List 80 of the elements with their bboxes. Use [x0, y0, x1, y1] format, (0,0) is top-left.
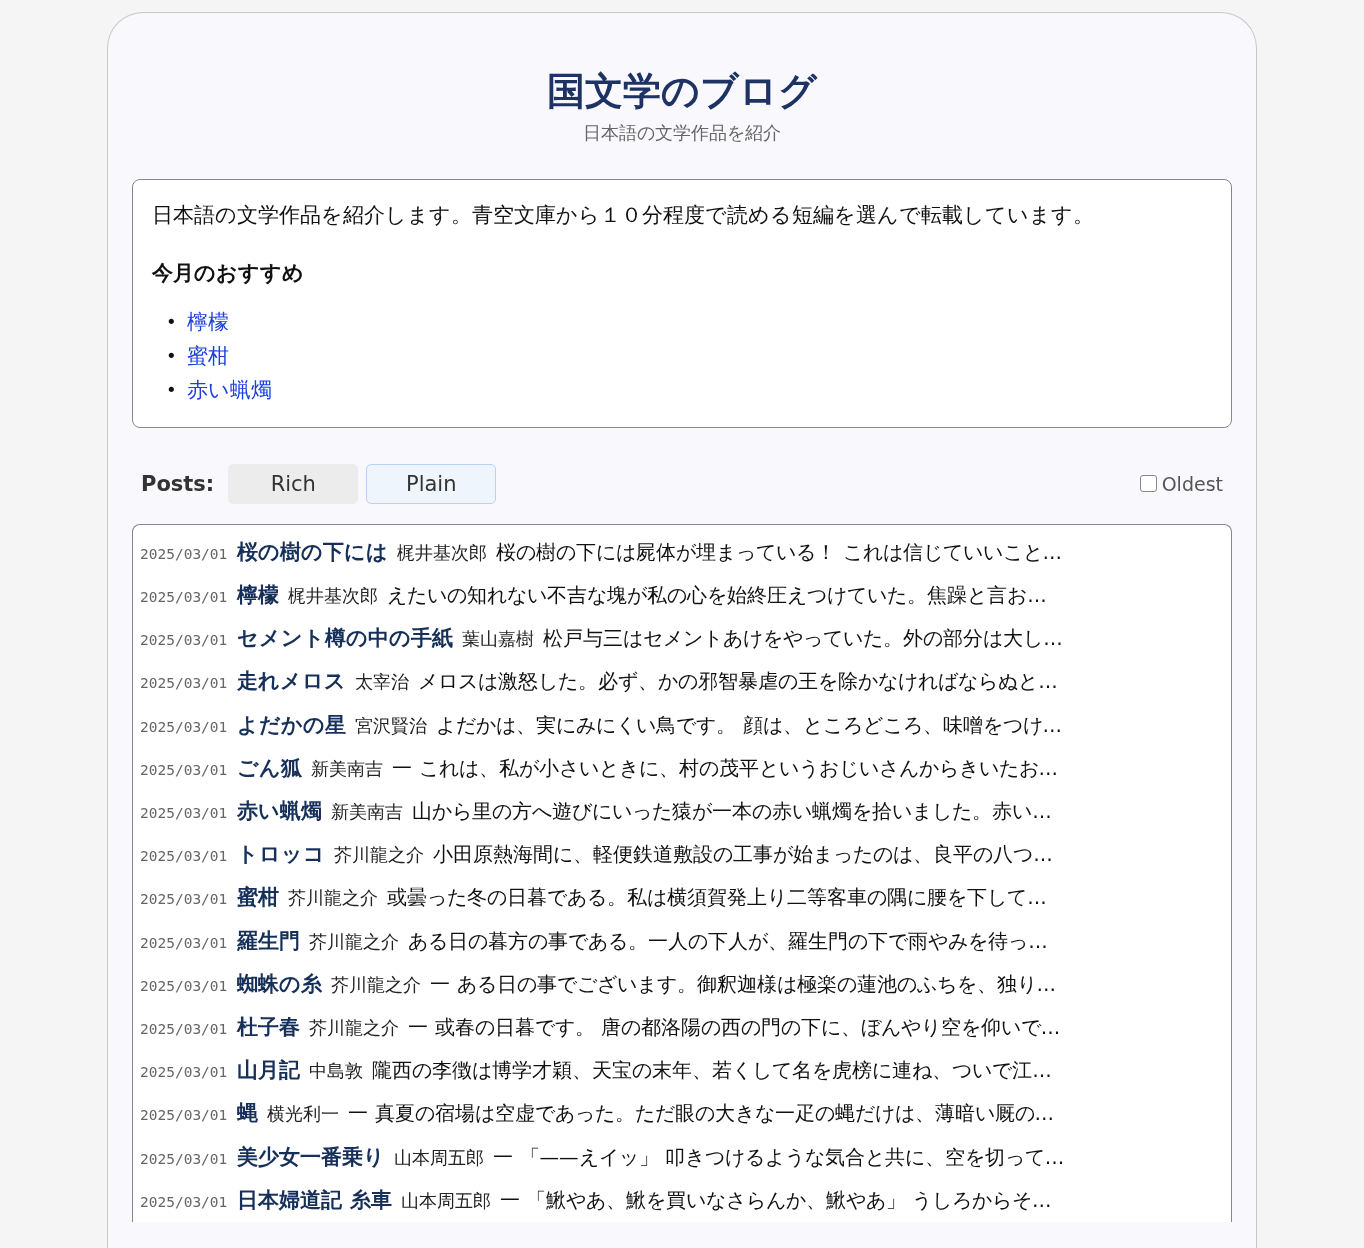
bullet-mark: • — [166, 309, 177, 334]
post-title[interactable]: トロッコ — [237, 833, 326, 877]
post-date: 2025/03/01 — [140, 588, 228, 608]
post-excerpt: 山から里の方へ遊びにいった猿が一本の赤い蝋燭を拾いました。赤い… — [412, 799, 1052, 825]
post-author: 宮沢賢治 — [355, 713, 428, 738]
post-title[interactable]: 美少女一番乗り — [237, 1135, 386, 1179]
post-author: 新美南吉 — [311, 756, 384, 781]
recommend-link[interactable]: 檸檬 — [186, 304, 229, 339]
post-title[interactable]: 檸檬 — [237, 574, 280, 618]
post-excerpt: 一 ある日の事でございます。御釈迦様は極楽の蓮池のふちを、独り… — [430, 971, 1056, 998]
post-author: 中島敦 — [309, 1059, 364, 1084]
post-excerpt: 一 これは、私が小さいときに、村の茂平というおじいさんからきいたお… — [392, 755, 1058, 782]
post-title[interactable]: 走れメロス — [237, 660, 347, 704]
post-date: 2025/03/01 — [140, 631, 228, 651]
post-excerpt: 小田原熱海間に、軽便鉄道敷設の工事が始まったのは、良平の八つ… — [433, 842, 1053, 869]
post-date: 2025/03/01 — [140, 717, 228, 737]
post-author: 芥川龍之介 — [309, 1015, 400, 1040]
post-excerpt: 一 「鰍やあ、鰍を買いなさらんか、鰍やあ」 うしろからそ… — [499, 1187, 1052, 1214]
post-author: 芥川龍之介 — [288, 886, 379, 911]
post-excerpt: ある日の暮方の事である。一人の下人が、羅生門の下で雨やみを待っ… — [408, 928, 1048, 955]
post-title[interactable]: 山月記 — [237, 1049, 301, 1093]
post-author: 山本周五郎 — [394, 1145, 485, 1170]
post-title[interactable]: 蝿 — [237, 1092, 259, 1136]
post-date: 2025/03/01 — [140, 804, 228, 823]
view-tab[interactable]: Plain — [366, 463, 497, 504]
post-date: 2025/03/01 — [140, 976, 228, 996]
post-author: 横光利一 — [267, 1102, 340, 1127]
post-author: 葉山嘉樹 — [462, 627, 535, 652]
post-excerpt: 隴西の李徴は博学才穎、天宝の末年、若くして名を虎榜に連ね、ついで江… — [372, 1058, 1052, 1085]
post-date: 2025/03/01 — [140, 674, 228, 694]
blog-subtitle: 日本語の文学作品を紹介 — [583, 120, 781, 145]
post-excerpt: よだかは、実にみにくい鳥です。 顔は、ところどころ、味噌をつけ… — [436, 712, 1062, 739]
bullet-mark: • — [166, 377, 177, 402]
post-title[interactable]: 蜜柑 — [237, 876, 280, 920]
view-tab[interactable]: Rich — [228, 463, 359, 504]
intro-text: 日本語の文学作品を紹介します。青空文庫から１０分程度で読める短編を選んで転載しています。 — [152, 201, 1095, 229]
post-author: 山本周五郎 — [400, 1188, 491, 1213]
post-excerpt: 或曇った冬の日暮である。私は横須賀発上り二等客車の隅に腰を下して… — [387, 885, 1047, 912]
post-date: 2025/03/01 — [140, 760, 228, 780]
post-date: 2025/03/01 — [140, 1019, 228, 1039]
post-author: 芥川龍之介 — [309, 929, 400, 954]
post-excerpt: えたいの知れない不吉な塊が私の心を始終圧えつけていた。焦躁と言お… — [387, 583, 1047, 610]
post-date: 2025/03/01 — [140, 544, 228, 564]
post-excerpt: 一 真夏の宿場は空虚であった。ただ眼の大きな一疋の蝿だけは、薄暗い厩の… — [348, 1101, 1054, 1128]
post-date: 2025/03/01 — [140, 847, 228, 867]
post-title[interactable]: 桜の樹の下には — [237, 530, 389, 575]
post-title[interactable]: セメント樽の中の手紙 — [237, 617, 454, 661]
post-title[interactable]: 赤い蝋燭 — [237, 790, 323, 834]
post-date: 2025/03/01 — [140, 1149, 228, 1169]
post-date: 2025/03/01 — [140, 1192, 228, 1212]
post-title[interactable]: 羅生門 — [237, 919, 301, 963]
post-excerpt: 一 或春の日暮です。 唐の都洛陽の西の門の下に、ぼんやり空を仰いで… — [408, 1014, 1061, 1041]
post-excerpt: 桜の樹の下には屍体が埋まっている！ これは信じていいこと… — [496, 539, 1062, 566]
post-author: 太宰治 — [355, 670, 410, 695]
post-author: 梶井基次郎 — [288, 584, 379, 609]
post-date: 2025/03/01 — [140, 1106, 228, 1126]
post-author: 芥川龍之介 — [331, 972, 422, 997]
bullet-mark: • — [166, 343, 177, 368]
post-date: 2025/03/01 — [140, 890, 228, 910]
post-excerpt: 一 「——えイッ」 叩きつけるような気合と共に、空を切って… — [493, 1144, 1065, 1171]
post-excerpt: 松戸与三はセメントあけをやっていた。外の部分は大し… — [543, 626, 1063, 653]
recommend-heading: 今月のおすすめ — [152, 259, 305, 287]
recommend-link[interactable]: 蜜柑 — [186, 338, 229, 373]
post-date: 2025/03/01 — [140, 933, 228, 953]
post-date: 2025/03/01 — [140, 1063, 228, 1083]
post-author: 新美南吉 — [331, 800, 404, 824]
checkbox-icon[interactable] — [1139, 475, 1157, 493]
blog-title: 国文学のブログ — [547, 69, 817, 115]
post-title[interactable]: 日本婦道記 糸車 — [237, 1178, 392, 1222]
post-author: 梶井基次郎 — [397, 540, 488, 565]
recommend-link[interactable]: 赤い蝋燭 — [186, 372, 272, 407]
post-title[interactable]: 蜘蛛の糸 — [237, 962, 323, 1006]
oldest-checkbox[interactable]: Oldest — [1139, 472, 1223, 495]
post-author: 芥川龍之介 — [334, 843, 425, 868]
post-title[interactable]: ごん狐 — [237, 746, 303, 791]
oldest-label: Oldest — [1161, 472, 1223, 495]
posts-label: Posts: — [141, 471, 215, 496]
post-title[interactable]: 杜子春 — [237, 1005, 301, 1050]
post-title[interactable]: よだかの星 — [237, 703, 347, 747]
post-excerpt: メロスは激怒した。必ず、かの邪智暴虐の王を除かなければならぬと… — [418, 669, 1058, 696]
